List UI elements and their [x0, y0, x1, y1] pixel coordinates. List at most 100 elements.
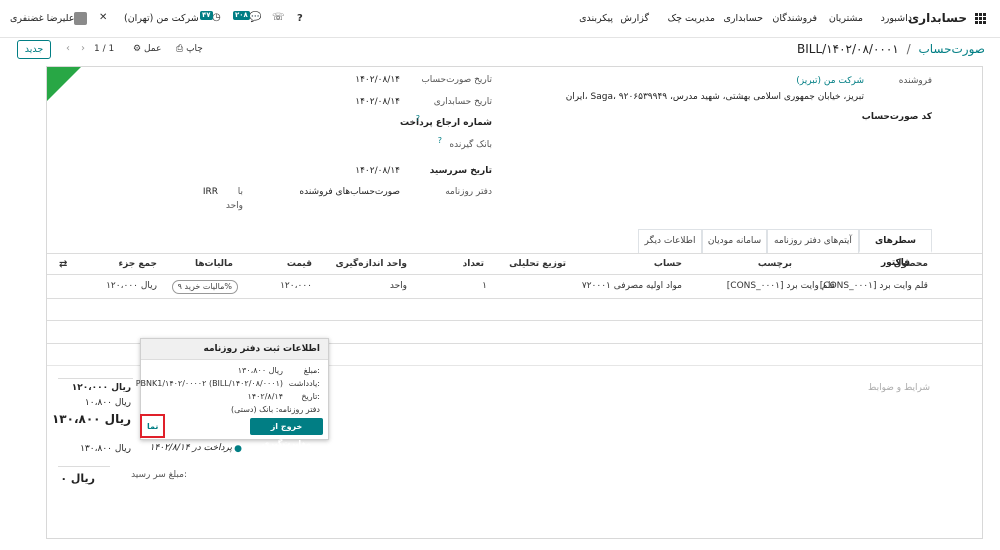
terms-placeholder[interactable]: شرایط و ضوابط [868, 383, 930, 393]
menu-reports[interactable]: گزارش [620, 13, 649, 24]
row-quantity[interactable]: ۱ [482, 281, 487, 291]
table-header-line [47, 274, 982, 275]
row-price[interactable]: ۱۲۰،۰۰۰ [280, 281, 312, 291]
app-name[interactable]: حسابداری [908, 11, 967, 25]
unreconcile-button[interactable]: خروج از مغایرت‌گیری [250, 418, 323, 448]
menu-dashboard[interactable]: داشبورد [881, 13, 912, 24]
table-row-line [47, 298, 982, 299]
user-name[interactable]: علیرضا غضنفری [10, 13, 74, 24]
totals-bottom-line [58, 466, 110, 467]
col-label[interactable]: برچسب [758, 259, 792, 269]
col-taxes[interactable]: مالیات‌ها [195, 259, 233, 269]
view-highlight-box [140, 414, 165, 438]
vendor-label: فروشنده [898, 76, 932, 86]
pager-next-icon[interactable]: › [81, 43, 85, 54]
help-icon[interactable]: ? [297, 13, 303, 25]
popover-amount: ۱۳۰،۸۰۰ ریال [237, 366, 283, 375]
row-label[interactable]: [CONS_۰۰۰۱] قلم وایت برد [727, 281, 835, 291]
pager-value[interactable]: 1 / 1 [94, 44, 114, 54]
company-switcher[interactable]: شرکت من (تهران) [124, 13, 199, 24]
tab-other-info[interactable]: اطلاعات دیگر [638, 229, 702, 253]
clock-icon[interactable]: ◷ [212, 12, 221, 24]
bill-date-label: تاریخ صورت‌حساب [421, 75, 492, 85]
row-uom[interactable]: واحد [390, 281, 407, 291]
accounting-date[interactable]: ۱۴۰۲/۰۸/۱۴ [355, 97, 400, 107]
due-date[interactable]: ۱۴۰۲/۰۸/۱۴ [355, 166, 400, 176]
totals-top-line [58, 378, 133, 379]
currency-value[interactable]: IRR [203, 187, 218, 197]
col-subtotal[interactable]: جمع جزء [119, 259, 158, 269]
recipient-bank-label: بانک گیرنده [449, 140, 492, 150]
control-panel: BILL/۱۴۰۲/۰۸/۰۰۰۱ / صورت‌حساب ⎙ چاپ ⚙ عم… [0, 38, 1000, 64]
tab-journal-items[interactable]: آیتم‌های دفتر روزنامه [767, 229, 859, 253]
total-amount: ۱۳۰،۸۰۰ ریال [51, 412, 131, 426]
payment-reference-help-icon: ? [415, 114, 420, 123]
tabs-divider [47, 253, 982, 254]
col-quantity[interactable]: تعداد [463, 259, 484, 269]
popover-date: ۱۴۰۲/۸/۱۴ [247, 392, 283, 401]
row-account[interactable]: ۷۲۰۰۰۱ مواد اولیه مصرفی [582, 281, 682, 291]
col-analytic[interactable]: توزیع تحلیلی [509, 259, 566, 269]
menu-vendors[interactable]: فروشندگان [772, 13, 817, 24]
action-label: عمل [143, 44, 162, 54]
new-button[interactable]: جدید [17, 40, 51, 59]
popover-journal: دفتر روزنامه: بانک (دستی) [230, 405, 320, 414]
popover-memo: PBNK1/۱۴۰۲/۰۰۰۰۲ (BILL/۱۴۰۲/۰۸/۰۰۰۱) [135, 379, 283, 388]
currency-unit: واحد [225, 201, 243, 211]
top-navbar: حسابداری داشبورد مشتریان فروشندگان حسابد… [0, 0, 1000, 38]
phone-icon[interactable]: ☏ [272, 12, 285, 24]
tab-invoice-lines[interactable]: سطرهای فاکتور [859, 229, 932, 268]
paid-amount: ۱۳۰،۸۰۰ ریال [80, 444, 131, 454]
breadcrumb: BILL/۱۴۰۲/۰۸/۰۰۰۱ / صورت‌حساب [797, 42, 985, 56]
breadcrumb-parent[interactable]: صورت‌حساب [918, 42, 985, 56]
untaxed-amount: ۱۲۰،۰۰۰ ریال [71, 383, 131, 393]
avatar[interactable] [74, 12, 87, 25]
menu-customers[interactable]: مشتریان [829, 13, 863, 24]
bill-date[interactable]: ۱۴۰۲/۰۸/۱۴ [355, 75, 400, 85]
bill-reference-label: کد صورت‌حساب [861, 112, 932, 122]
recipient-bank-help-icon: ? [437, 136, 442, 145]
journal-value[interactable]: صورت‌حساب‌های فروشنده [299, 187, 400, 197]
popover-title: اطلاعات ثبت دفتر روزنامه [141, 339, 328, 360]
popover-date-label: تاریخ: [301, 392, 320, 401]
vendor-address: ایران، Saga، تبریز، خیابان جمهوری اسلامی… [565, 92, 864, 102]
menu-configuration[interactable]: پیکربندی [579, 13, 613, 24]
paid-on-info-icon[interactable]: ● [234, 444, 242, 454]
popover-memo-label: یادداشت: [288, 379, 320, 388]
col-uom[interactable]: واحد اندازه‌گیری [336, 259, 408, 269]
popover-amount-label: مبلغ: [303, 366, 320, 375]
form-sheet [46, 66, 983, 539]
paid-on-label: پرداخت در ۱۴۰۲/۸/۱۴ [149, 443, 232, 453]
menu-accounting[interactable]: حسابداری [723, 13, 763, 24]
col-product[interactable]: محصول [894, 259, 928, 269]
row-subtotal: ۱۲۰،۰۰۰ ریال [106, 281, 157, 291]
row-tax-badge[interactable]: مالیات خرید ۹% [171, 280, 238, 294]
accounting-date-label: تاریخ حسابداری [433, 97, 492, 107]
activity-badge: ۴۷ [200, 11, 213, 20]
table-empty-line [47, 320, 982, 321]
print-label: چاپ [186, 44, 203, 54]
print-button[interactable]: ⎙ چاپ [176, 44, 203, 54]
menu-check-management[interactable]: مدیریت چک [668, 13, 715, 24]
pager-prev-icon[interactable]: ‹ [66, 43, 70, 54]
print-icon: ⎙ [176, 44, 184, 54]
action-button[interactable]: ⚙ عمل [133, 44, 161, 54]
breadcrumb-separator: / [906, 42, 911, 56]
currency-prefix: با [237, 187, 243, 197]
paid-ribbon [47, 67, 81, 101]
due-date-label: تاریخ سررسید [429, 166, 492, 176]
col-account[interactable]: حساب [654, 259, 682, 269]
tools-icon[interactable]: ✕ [99, 12, 107, 24]
amount-due: ۰ ریال [60, 472, 95, 485]
vendor-name[interactable]: شرکت من (تبریز) [796, 76, 864, 86]
apps-grid-icon[interactable] [975, 13, 986, 28]
column-settings-icon[interactable]: ⇄ [59, 259, 67, 270]
tab-tax-system[interactable]: سامانه مودیان [702, 229, 767, 253]
payment-reference-label: شماره ارجاع پرداخت [400, 118, 492, 128]
row-product[interactable]: [CONS_۰۰۰۱] قلم وایت برد [820, 281, 928, 291]
chat-icon[interactable]: 💬 [249, 12, 261, 24]
breadcrumb-current: BILL/۱۴۰۲/۰۸/۰۰۰۱ [797, 42, 899, 56]
tax-amount: ۱۰،۸۰۰ ریال [84, 398, 131, 408]
col-price[interactable]: قیمت [287, 259, 312, 269]
messages-badge: ۲۰۸ [233, 11, 250, 20]
